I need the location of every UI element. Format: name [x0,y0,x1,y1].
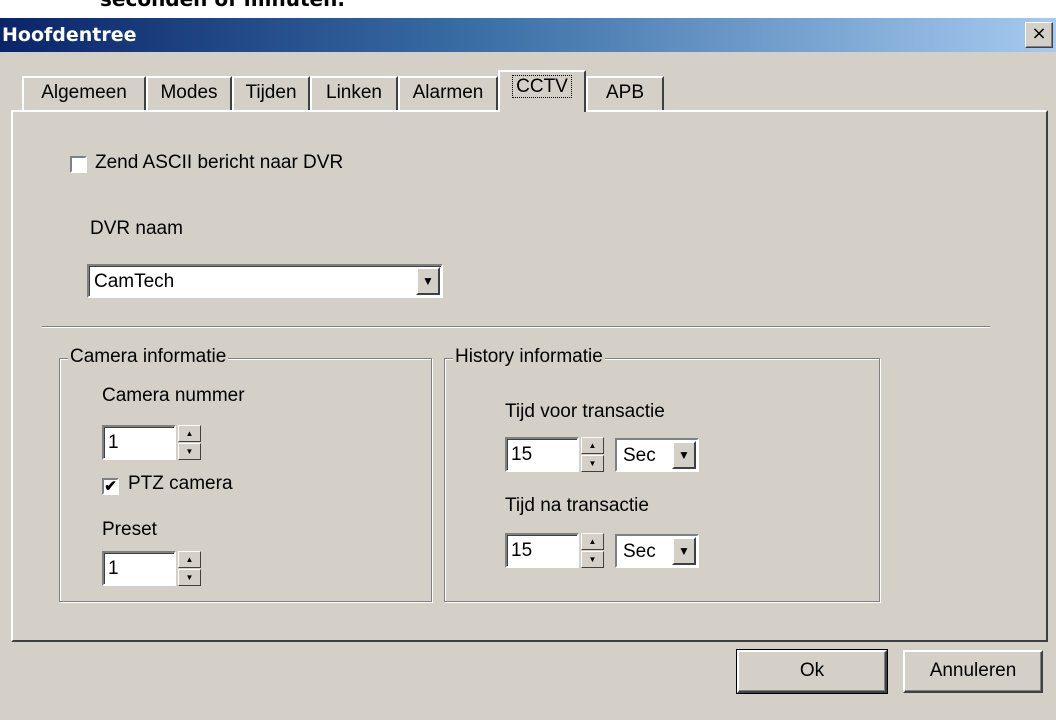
history-info-group: History informatie Tijd voor transactie … [444,346,880,602]
tab-modes[interactable]: Modes [146,76,232,110]
dvr-name-select[interactable]: CamTech ▼ [87,264,443,298]
chevron-down-icon: ▼ [422,274,434,288]
dvr-name-value: CamTech [94,271,175,292]
title-bar[interactable]: Hoofdentree × [0,18,1056,52]
time-after-field[interactable]: 15 [505,533,579,568]
spin-up-icon[interactable]: ▲ [178,425,201,442]
time-before-unit-select[interactable]: Sec ▼ [615,438,699,472]
preset-label: Preset [102,519,157,540]
preset-field[interactable]: 1 [102,551,176,586]
time-before-unit-value: Sec [623,445,656,466]
camera-number-field[interactable]: 1 [102,425,176,460]
time-after-unit-select[interactable]: Sec ▼ [615,534,699,568]
close-icon: × [1031,23,1047,44]
spin-up-icon[interactable]: ▲ [178,551,201,568]
background-text: seconden of minuten. [100,0,345,11]
spin-down-icon[interactable]: ▼ [581,551,604,568]
window-title: Hoofdentree [2,24,137,46]
time-after-unit-dropdown[interactable]: ▼ [672,537,696,565]
time-after-label: Tijd na transactie [505,495,649,516]
chevron-down-icon: ▼ [678,448,690,462]
time-before-field[interactable]: 15 [505,437,579,472]
cancel-button[interactable]: Annuleren [903,650,1043,693]
send-ascii-checkbox[interactable] [70,156,87,173]
time-before-spinner[interactable]: ▲ ▼ [581,437,604,472]
tab-cctv-label: CCTV [512,75,572,98]
tab-apb[interactable]: APB [586,76,664,110]
ptz-camera-label: PTZ camera [128,473,233,494]
time-before-unit-dropdown[interactable]: ▼ [672,441,696,469]
camera-number-label: Camera nummer [102,385,245,406]
ptz-camera-checkbox[interactable]: ✔ [102,478,119,495]
tab-alarmen[interactable]: Alarmen [398,76,498,110]
dvr-name-label: DVR naam [90,218,183,239]
preset-value: 1 [108,558,119,579]
time-after-unit-value: Sec [623,541,656,562]
camera-number-value: 1 [108,432,119,453]
spin-down-icon[interactable]: ▼ [178,443,201,460]
spin-up-icon[interactable]: ▲ [581,533,604,550]
cctv-panel: Zend ASCII bericht naar DVR DVR naam Cam… [11,110,1048,642]
checkmark-icon: ✔ [104,478,117,495]
tab-cctv[interactable]: CCTV [498,70,586,112]
time-before-label: Tijd voor transactie [505,401,665,422]
camera-number-spinner[interactable]: ▲ ▼ [178,425,201,460]
send-ascii-label: Zend ASCII bericht naar DVR [95,152,344,173]
camera-info-legend: Camera informatie [68,346,229,368]
dvr-dropdown-button[interactable]: ▼ [416,267,440,295]
time-before-value: 15 [511,444,533,465]
spin-down-icon[interactable]: ▼ [581,455,604,472]
time-after-spinner[interactable]: ▲ ▼ [581,533,604,568]
time-after-value: 15 [511,540,533,561]
separator [42,326,990,328]
tab-algemeen[interactable]: Algemeen [22,76,146,110]
history-info-legend: History informatie [453,346,605,368]
tab-linken[interactable]: Linken [310,76,398,110]
chevron-down-icon: ▼ [678,544,690,558]
ok-button[interactable]: Ok [736,649,888,694]
close-button[interactable]: × [1025,22,1053,48]
spin-down-icon[interactable]: ▼ [178,569,201,586]
spin-up-icon[interactable]: ▲ [581,437,604,454]
dialog-window: Hoofdentree × Algemeen Modes Tijden Link… [0,18,1056,720]
tab-tijden[interactable]: Tijden [232,76,310,110]
camera-info-group: Camera informatie Camera nummer 1 ▲ ▼ ✔ … [59,346,432,602]
preset-spinner[interactable]: ▲ ▼ [178,551,201,586]
